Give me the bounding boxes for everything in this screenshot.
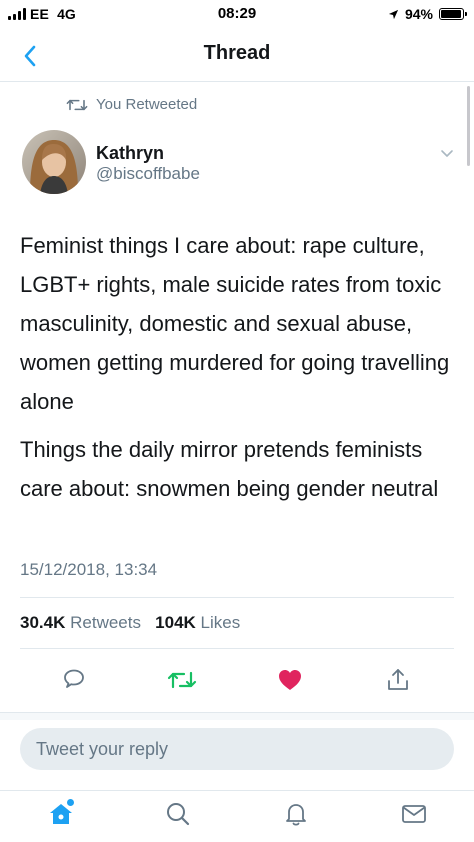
- retweet-button[interactable]: [166, 664, 198, 696]
- like-count: 104K: [155, 613, 196, 632]
- retweet-context: You Retweeted: [66, 96, 197, 113]
- retweet-icon: [167, 671, 197, 689]
- like-button[interactable]: [274, 664, 306, 696]
- page-title: Thread: [203, 42, 271, 64]
- nav-bar: Thread: [0, 30, 474, 82]
- share-button[interactable]: [382, 664, 414, 696]
- tab-search[interactable]: [161, 797, 195, 831]
- share-icon: [388, 669, 408, 690]
- notification-dot: [67, 799, 74, 806]
- envelope-icon: [402, 805, 426, 823]
- tweet-text: Feminist things I care about: rape cultu…: [20, 226, 460, 517]
- tweet-actions: [0, 664, 474, 696]
- avatar[interactable]: [22, 130, 86, 194]
- heart-icon: [279, 670, 301, 690]
- retweet-count: 30.4K: [20, 613, 66, 632]
- tab-bar: [0, 790, 474, 842]
- search-icon: [167, 803, 190, 826]
- retweet-icon: [66, 99, 88, 110]
- tweet-paragraph: Things the daily mirror pretends feminis…: [20, 437, 439, 501]
- divider: [20, 648, 454, 649]
- likes-stat[interactable]: 104K Likes: [155, 613, 240, 632]
- status-right: 94%: [388, 6, 467, 22]
- section-separator: [0, 712, 474, 720]
- battery-percent: 94%: [404, 6, 433, 22]
- battery-fill: [441, 10, 461, 18]
- tab-notifications[interactable]: [279, 797, 313, 831]
- reply-icon: [64, 669, 84, 688]
- tweet-stats: 30.4K Retweets 104K Likes: [20, 613, 240, 633]
- reply-input[interactable]: Tweet your reply: [20, 728, 454, 770]
- author-block[interactable]: Kathryn @biscoffbabe: [96, 143, 200, 185]
- reply-button[interactable]: [58, 664, 90, 696]
- retweets-label: Retweets: [70, 613, 141, 632]
- author-handle: @biscoffbabe: [96, 164, 200, 183]
- battery-icon: [439, 8, 467, 20]
- location-arrow-icon: [388, 9, 399, 19]
- tab-home[interactable]: [44, 797, 78, 831]
- scroll-indicator[interactable]: [467, 86, 470, 166]
- likes-label: Likes: [200, 613, 241, 632]
- retweets-stat[interactable]: 30.4K Retweets: [20, 613, 141, 632]
- retweet-context-label: You Retweeted: [96, 96, 198, 113]
- tweet-timestamp: 15/12/2018, 13:34: [20, 560, 158, 579]
- avatar-image: [22, 130, 86, 194]
- author-name: Kathryn: [96, 143, 165, 163]
- tab-messages[interactable]: [397, 797, 431, 831]
- tweet-paragraph: Feminist things I care about: rape cultu…: [20, 233, 450, 414]
- tweet-options-button[interactable]: [440, 146, 454, 164]
- chevron-down-icon: [441, 150, 453, 157]
- divider: [20, 597, 454, 598]
- bell-icon: [286, 804, 306, 826]
- status-bar: EE 4G 08:29 94%: [0, 0, 474, 30]
- reply-placeholder: Tweet your reply: [36, 738, 169, 759]
